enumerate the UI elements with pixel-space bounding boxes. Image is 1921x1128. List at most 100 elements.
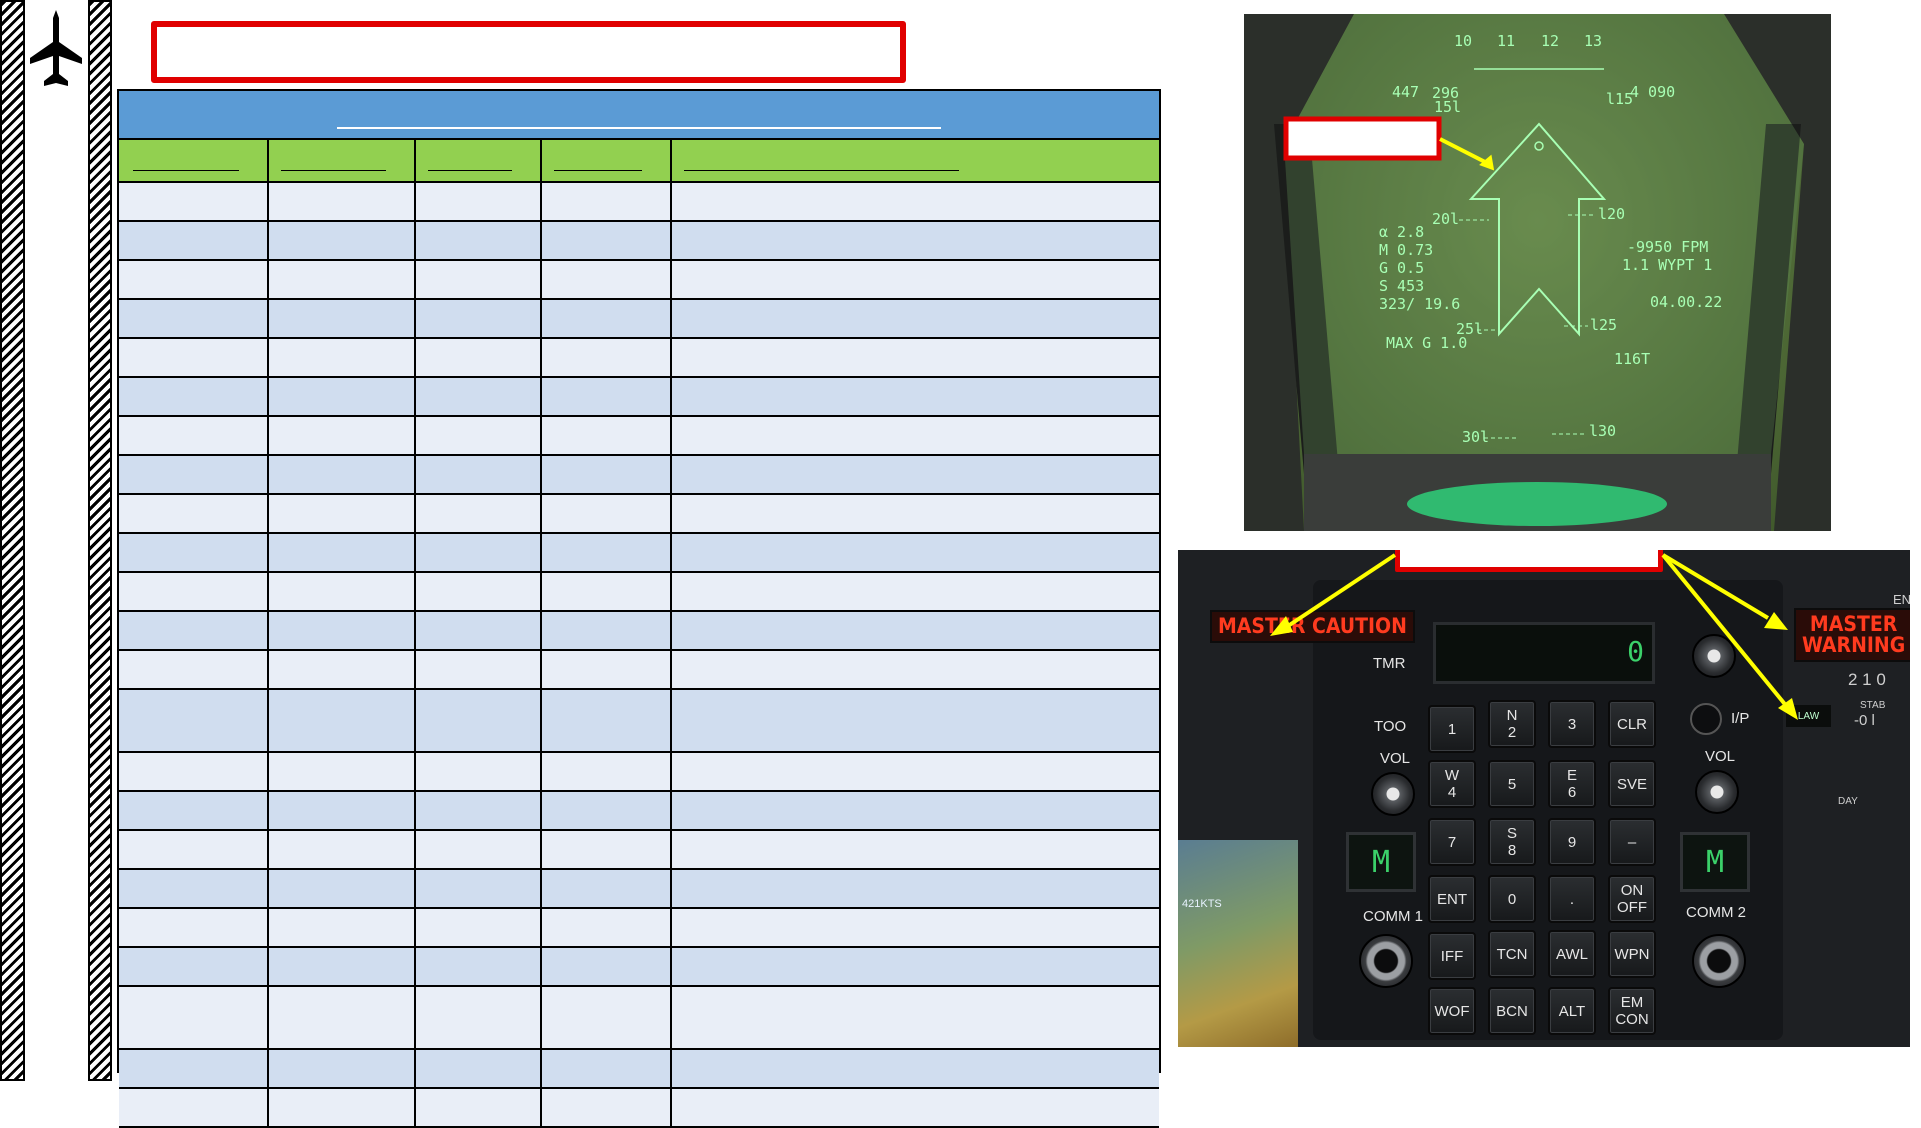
- airspeed-readout: 447: [1392, 83, 1419, 101]
- table-cell: [414, 792, 542, 829]
- table-cell: [119, 573, 269, 610]
- table-cell: [267, 573, 416, 610]
- table-cell: [267, 534, 416, 571]
- vol-left-knob[interactable]: [1371, 772, 1415, 816]
- table-cell: [119, 987, 269, 1048]
- table-cell: [267, 831, 416, 868]
- key-iff[interactable]: IFF: [1428, 932, 1476, 980]
- ufc-scratchpad-display: 0: [1433, 622, 1655, 684]
- table-cell: [540, 870, 672, 907]
- master-caution-light[interactable]: MASTER CAUTION: [1210, 610, 1415, 643]
- table-cell: [540, 1050, 672, 1087]
- en-label: EN: [1893, 592, 1910, 607]
- key-tcn[interactable]: TCN: [1488, 930, 1536, 978]
- master-warning-light[interactable]: MASTER WARNING: [1794, 608, 1910, 662]
- table-cell: [414, 456, 542, 493]
- table-cell: [267, 1050, 416, 1087]
- key-on-off[interactable]: ON OFF: [1608, 875, 1656, 923]
- key-dash[interactable]: –: [1608, 818, 1656, 866]
- table-row: [119, 753, 1159, 792]
- column-header-cell: [414, 140, 542, 181]
- table-row: [119, 261, 1159, 300]
- table-row: [119, 792, 1159, 831]
- table-cell: [540, 339, 672, 376]
- svg-text:10: 10: [1454, 32, 1472, 50]
- hud-callout-box: [1283, 116, 1442, 161]
- key-emcon[interactable]: EM CON: [1608, 987, 1656, 1035]
- table-cell: [119, 417, 269, 454]
- table-cell: [119, 831, 269, 868]
- table-cell: [414, 495, 542, 532]
- key-7[interactable]: 7: [1428, 818, 1476, 866]
- map-display: 421KTS: [1178, 840, 1298, 1047]
- table-cell: [540, 612, 672, 649]
- table-cell: [119, 378, 269, 415]
- table-row: [119, 987, 1159, 1050]
- table-row: [119, 651, 1159, 690]
- table-cell: [540, 987, 672, 1048]
- key-clr[interactable]: CLR: [1608, 700, 1656, 748]
- key-dot[interactable]: .: [1548, 875, 1596, 923]
- table-cell: [119, 792, 269, 829]
- vol-right-knob[interactable]: [1695, 770, 1739, 814]
- key-5[interactable]: 5: [1488, 760, 1536, 808]
- key-9[interactable]: 9: [1548, 818, 1596, 866]
- table-row: [119, 300, 1159, 339]
- column-header-cell: [267, 140, 416, 181]
- table-cell: [414, 948, 542, 985]
- table-cell: [540, 948, 672, 985]
- table-cell: [267, 651, 416, 688]
- key-bcn[interactable]: BCN: [1488, 987, 1536, 1035]
- table-cell: [119, 339, 269, 376]
- table-cell: [414, 987, 542, 1048]
- table-cell: [540, 690, 672, 751]
- key-4[interactable]: W 4: [1428, 760, 1476, 808]
- key-0[interactable]: 0: [1488, 875, 1536, 923]
- stab-label: STAB: [1860, 700, 1886, 711]
- table-cell: [119, 870, 269, 907]
- key-alt[interactable]: ALT: [1548, 987, 1596, 1035]
- key-sve[interactable]: SVE: [1608, 760, 1656, 808]
- key-wof[interactable]: WOF: [1428, 987, 1476, 1035]
- table-cell: [540, 456, 672, 493]
- table-cell: [540, 183, 672, 220]
- table-cell: [540, 792, 672, 829]
- aoa-readout: α 2.8: [1379, 223, 1424, 241]
- table-row: [119, 1089, 1159, 1128]
- svg-text:l25: l25: [1590, 316, 1617, 334]
- ip-button[interactable]: [1690, 703, 1722, 735]
- table-row: [119, 690, 1159, 753]
- table-cell: [119, 183, 269, 220]
- table-cell: [414, 573, 542, 610]
- table-cell: [267, 222, 416, 259]
- brightness-knob[interactable]: [1692, 634, 1736, 678]
- comm1-knob[interactable]: [1359, 934, 1413, 988]
- table-cell: [267, 612, 416, 649]
- key-wpn[interactable]: WPN: [1608, 930, 1656, 978]
- table-cell: [267, 1089, 416, 1126]
- table-cell: [540, 261, 672, 298]
- table-cell: [414, 378, 542, 415]
- table-cell: [414, 909, 542, 946]
- table-cell: [414, 612, 542, 649]
- s-readout: S 453: [1379, 277, 1424, 295]
- key-2[interactable]: N 2: [1488, 700, 1536, 748]
- comm1-label: COMM 1: [1363, 908, 1423, 925]
- table-cell: [267, 300, 416, 337]
- table-cell: [414, 300, 542, 337]
- key-8[interactable]: S 8: [1488, 818, 1536, 866]
- key-ent[interactable]: ENT: [1428, 875, 1476, 923]
- table-cell: [119, 261, 269, 298]
- key-1[interactable]: 1: [1428, 705, 1476, 753]
- table-cell: [414, 651, 542, 688]
- key-awl[interactable]: AWL: [1548, 930, 1596, 978]
- table-cell: [414, 261, 542, 298]
- key-6[interactable]: E 6: [1548, 760, 1596, 808]
- table-cell: [540, 495, 672, 532]
- table-row: [119, 573, 1159, 612]
- comm2-knob[interactable]: [1692, 934, 1746, 988]
- key-3[interactable]: 3: [1548, 700, 1596, 748]
- column-header-cell: [540, 140, 672, 181]
- table-cell: [119, 534, 269, 571]
- table-cell: [119, 690, 269, 751]
